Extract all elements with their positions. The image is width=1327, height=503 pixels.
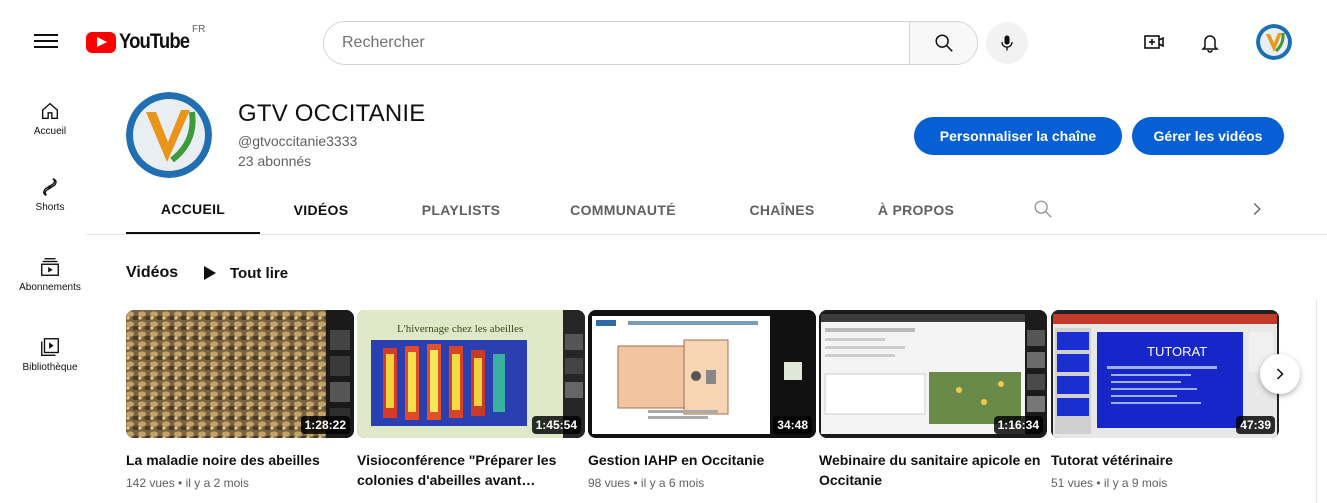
video-card[interactable]: L'hivernage chez les abeilles 1:45:54 Vi… — [357, 310, 585, 496]
channel-name: GTV OCCITANIE — [238, 100, 426, 127]
video-title[interactable]: Visioconférence "Préparer les colonies d… — [357, 450, 585, 490]
voice-search-button[interactable] — [986, 22, 1028, 64]
channel-avatar[interactable] — [126, 92, 212, 178]
guide-item-label: Shorts — [35, 202, 65, 213]
masthead: YouTube FR — [0, 0, 1327, 86]
guide-item-label: Abonnements — [19, 282, 81, 293]
video-title[interactable]: Gestion IAHP en Occitanie — [588, 450, 816, 470]
youtube-logo[interactable]: YouTube FR — [86, 24, 205, 54]
video-duration: 1:28:22 — [300, 416, 350, 434]
play-icon — [204, 266, 216, 280]
video-title[interactable]: La maladie noire des abeilles — [126, 450, 354, 470]
video-meta: 98 vues • il y a 6 mois — [588, 476, 705, 490]
channel-handle: @gtvoccitanie3333 — [238, 133, 358, 149]
search-button[interactable] — [909, 22, 977, 64]
search-box — [323, 21, 978, 65]
video-thumbnail[interactable]: 34:48 — [588, 310, 816, 438]
notifications-button[interactable] — [1198, 30, 1222, 54]
region-code: FR — [192, 24, 206, 35]
video-duration: 1:45:54 — [531, 416, 581, 434]
manage-videos-button[interactable]: Gérer les vidéos — [1132, 117, 1284, 155]
tab-channels[interactable]: CHAÎNES — [734, 186, 830, 234]
subscriber-count: 23 abonnés — [238, 153, 312, 169]
section-title: Vidéos — [126, 264, 179, 281]
video-duration: 34:48 — [773, 416, 812, 434]
channel-search-button[interactable] — [1032, 198, 1054, 225]
chevron-right-icon — [1276, 368, 1284, 380]
search-icon — [934, 34, 953, 52]
library-icon — [41, 338, 59, 356]
tab-videos[interactable]: VIDÉOS — [276, 186, 366, 234]
shorts-icon — [43, 178, 57, 196]
tab-community[interactable]: COMMUNAUTÉ — [558, 186, 688, 234]
play-all-button[interactable]: Tout lire — [204, 262, 288, 284]
customize-channel-button[interactable]: Personnaliser la chaîne — [914, 117, 1122, 155]
tab-about[interactable]: À PROPOS — [866, 186, 966, 234]
channel-tabs: ACCUEIL VIDÉOS PLAYLISTS COMMUNAUTÉ CHAÎ… — [126, 186, 1306, 234]
search-input[interactable] — [324, 22, 909, 64]
video-card[interactable]: 1:28:22 La maladie noire des abeilles 14… — [126, 310, 354, 490]
video-meta: 142 vues • il y a 2 mois — [126, 476, 249, 490]
tabs-scroll-right-button[interactable] — [1246, 198, 1268, 225]
channel-logo-icon — [1256, 24, 1292, 60]
home-icon — [41, 102, 59, 120]
shelf-scroll-right-button[interactable] — [1260, 354, 1300, 394]
video-meta: 51 vues • il y a 9 mois — [1051, 476, 1168, 490]
video-card[interactable]: 34:48 Gestion IAHP en Occitanie 98 vues … — [588, 310, 816, 490]
video-thumbnail[interactable]: 1:16:34 — [819, 310, 1047, 438]
guide-item-label: Accueil — [33, 126, 67, 137]
video-thumbnail[interactable]: L'hivernage chez les abeilles 1:45:54 — [357, 310, 585, 438]
guide-item-subscriptions[interactable]: Abonnements — [0, 246, 100, 316]
tab-playlists[interactable]: PLAYLISTS — [406, 186, 516, 234]
tabs-divider — [86, 234, 1327, 235]
divider — [1316, 300, 1317, 503]
subscriptions-icon — [41, 258, 59, 276]
chevron-right-icon — [1253, 203, 1261, 215]
bell-icon — [1201, 35, 1219, 53]
video-card[interactable]: TUTORAT 47:39 Tutorat vétérinaire 51 vue… — [1051, 310, 1279, 490]
tab-home[interactable]: ACCUEIL — [126, 186, 260, 234]
video-title[interactable]: Webinaire du sanitaire apicole en Occita… — [819, 450, 1047, 490]
menu-icon[interactable] — [34, 30, 58, 54]
video-thumbnail[interactable]: 1:28:22 — [126, 310, 354, 438]
account-avatar[interactable] — [1256, 24, 1292, 60]
youtube-play-icon — [86, 31, 116, 53]
search-icon — [1034, 200, 1052, 218]
guide-item-label: Bibliothèque — [22, 362, 78, 373]
guide-item-home[interactable]: Accueil — [0, 90, 100, 160]
create-video-icon — [1144, 35, 1164, 49]
video-duration: 47:39 — [1236, 416, 1275, 434]
microphone-icon — [1001, 35, 1013, 51]
video-title[interactable]: Tutorat vétérinaire — [1051, 450, 1279, 470]
guide-item-shorts[interactable]: Shorts — [0, 166, 100, 236]
video-card[interactable]: 1:16:34 Webinaire du sanitaire apicole e… — [819, 310, 1047, 496]
channel-logo-icon — [126, 92, 212, 178]
video-duration: 1:16:34 — [993, 416, 1043, 434]
play-all-label: Tout lire — [230, 264, 289, 282]
video-thumbnail[interactable]: TUTORAT 47:39 — [1051, 310, 1279, 438]
logo-text: YouTube — [119, 30, 190, 53]
create-video-button[interactable] — [1142, 30, 1166, 54]
guide-item-library[interactable]: Bibliothèque — [0, 326, 100, 396]
thumbnail-caption: TUTORAT — [1147, 344, 1207, 359]
thumbnail-caption: L'hivernage chez les abeilles — [397, 323, 523, 335]
